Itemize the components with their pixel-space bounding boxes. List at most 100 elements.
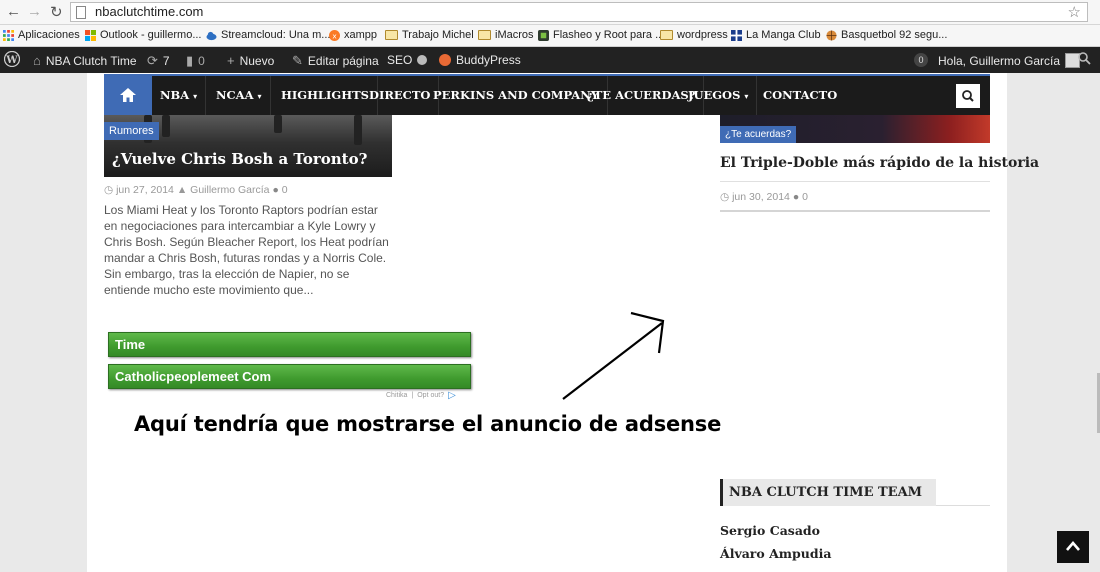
folder-icon: [660, 30, 673, 40]
wp-admin-bar: W ⌂ NBA Clutch Time ⟳ 7 ▮ 0 + Nuevo ✎ Ed…: [0, 47, 1100, 73]
team-member[interactable]: Sergio Casado: [720, 523, 820, 538]
seo-label: SEO: [387, 53, 413, 67]
team-widget-header: NBA CLUTCH TIME TEAM: [720, 479, 990, 506]
admin-comments[interactable]: ▮ 0: [186, 53, 205, 69]
bookmark-label: Trabajo Michel: [402, 29, 474, 41]
bookmark-la-manga-club[interactable]: La Manga Club: [731, 29, 821, 41]
bookmark-label: Streamcloud: Una m...: [221, 29, 331, 41]
nav-item-juegos[interactable]: JUEGOS ▾: [680, 76, 758, 115]
bookmark-apps[interactable]: Aplicaciones: [3, 29, 80, 41]
comments-count: 0: [198, 54, 205, 68]
url-text[interactable]: nbaclutchtime.com: [95, 4, 203, 19]
bookmark-label: iMacros: [495, 29, 534, 41]
featured-date: jun 30, 2014: [732, 191, 790, 203]
admin-seo[interactable]: SEO: [387, 53, 428, 67]
admin-account[interactable]: Hola, Guillermo García: [938, 53, 1081, 68]
wordpress-logo-icon[interactable]: W: [4, 51, 20, 67]
admin-notifications[interactable]: 0: [914, 53, 928, 67]
team-member[interactable]: Álvaro Ampudia: [720, 546, 831, 561]
adchoices-icon[interactable]: ▷: [448, 390, 456, 401]
bookmark-label: wordpress: [677, 29, 728, 41]
browser-toolbar: ← → ↻ nbaclutchtime.com ☆: [0, 0, 1100, 25]
category-tag[interactable]: ¿Te acuerdas?: [720, 126, 797, 143]
bookmark-label: Aplicaciones: [18, 29, 80, 41]
chevron-down-icon: ▾: [257, 91, 262, 101]
admin-new[interactable]: + Nuevo: [227, 53, 274, 68]
bookmark-trabajo-michel[interactable]: Trabajo Michel: [385, 29, 474, 41]
divider: [720, 181, 990, 182]
bookmark-star-icon[interactable]: ☆: [1068, 3, 1081, 21]
reload-icon[interactable]: ↻: [50, 3, 63, 21]
admin-buddypress[interactable]: BuddyPress: [439, 53, 521, 67]
article-excerpt: Los Miami Heat y los Toronto Raptors pod…: [104, 203, 389, 297]
edit-label: Editar página: [307, 54, 379, 68]
featured-comments[interactable]: 0: [802, 191, 808, 203]
bookmark-label: La Manga Club: [746, 29, 821, 41]
team-widget-title: NBA CLUTCH TIME TEAM: [720, 479, 937, 506]
site-name: NBA Clutch Time: [45, 53, 137, 68]
admin-edit-page[interactable]: ✎ Editar página: [292, 53, 379, 69]
bookmark-outlook[interactable]: Outlook - guillermo...: [85, 29, 201, 41]
search-icon: [962, 90, 974, 102]
buddypress-icon: [439, 54, 451, 66]
folder-icon: [478, 30, 491, 40]
home-icon: [120, 88, 136, 102]
plus-icon: +: [227, 53, 235, 68]
bookmark-label: xampp: [344, 29, 378, 41]
chevron-down-icon: ▾: [744, 91, 749, 101]
article-meta: ◷ jun 27, 2014 ▲ Guillermo García ● 0: [104, 184, 288, 196]
forward-arrow-icon[interactable]: →: [27, 3, 42, 20]
bookmark-streamcloud[interactable]: Streamcloud: Una m...: [206, 29, 330, 41]
nav-item-ncaa[interactable]: NCAA ▾: [208, 76, 271, 115]
ad-brand[interactable]: Chitika: [386, 392, 407, 399]
chevron-down-icon: ▾: [193, 91, 198, 101]
ad-footer: Chitika | Opt out? ▷: [386, 390, 456, 401]
xampp-icon: x: [329, 29, 340, 41]
ad-link-time[interactable]: Time: [108, 332, 471, 357]
back-arrow-icon[interactable]: ←: [6, 3, 21, 20]
ad-link-catholicpeoplemeet[interactable]: Catholicpeoplemeet Com: [108, 364, 471, 389]
comment-bubble-icon: ▮: [186, 53, 194, 68]
bookmark-imacros[interactable]: iMacros: [478, 29, 534, 41]
greeting: Hola, Guillermo García: [938, 53, 1061, 68]
nav-item-contacto[interactable]: CONTACTO: [755, 76, 845, 115]
home-icon: ⌂: [33, 53, 41, 68]
android-icon: [538, 29, 549, 41]
nav-search-button[interactable]: [956, 84, 980, 108]
pencil-icon: ✎: [292, 53, 303, 68]
bookmarks-bar: Aplicaciones Outlook - guillermo... Stre…: [0, 25, 1100, 47]
svg-text:x: x: [332, 31, 337, 40]
article-comments[interactable]: 0: [282, 184, 288, 196]
featured-title[interactable]: El Triple-Doble más rápido de la histori…: [720, 155, 1039, 171]
bookmark-label: Basquetbol 92 segu...: [841, 29, 948, 41]
clock-icon: ◷: [720, 191, 730, 203]
buddypress-label: BuddyPress: [456, 53, 521, 67]
admin-search-icon[interactable]: [1078, 52, 1091, 65]
bookmark-basquetbol[interactable]: Basquetbol 92 segu...: [826, 29, 947, 41]
bookmark-label: Flasheo y Root para ...: [553, 29, 665, 41]
bookmark-wordpress[interactable]: wordpress: [660, 29, 728, 41]
updates-count: 7: [162, 54, 170, 68]
back-to-top-button[interactable]: [1057, 531, 1089, 563]
annotation-arrow-icon: [562, 311, 665, 400]
notifications-badge: 0: [914, 53, 928, 67]
refresh-icon: ⟳: [147, 53, 158, 68]
admin-updates[interactable]: ⟳ 7: [147, 53, 170, 69]
article-title[interactable]: ¿Vuelve Chris Bosh a Toronto?: [112, 150, 367, 168]
bookmark-label: Outlook - guillermo...: [100, 29, 202, 41]
nav-item-nba[interactable]: NBA ▾: [152, 76, 207, 115]
ad-optout[interactable]: Opt out?: [417, 392, 444, 399]
basketball-icon: [826, 29, 837, 41]
category-tag[interactable]: Rumores: [104, 122, 159, 140]
bookmark-flasheo[interactable]: Flasheo y Root para ...: [538, 29, 664, 41]
nav-home-button[interactable]: [104, 76, 152, 115]
cloud-icon: [206, 31, 217, 40]
article-author[interactable]: Guillermo García: [190, 184, 269, 196]
folder-icon: [385, 30, 398, 40]
comment-icon: ●: [272, 184, 279, 196]
featured-meta: ◷ jun 30, 2014 ● 0: [720, 191, 808, 203]
article-date: jun 27, 2014: [116, 184, 174, 196]
bookmark-xampp[interactable]: x xampp: [329, 29, 377, 41]
admin-site-link[interactable]: ⌂ NBA Clutch Time: [33, 53, 137, 68]
address-bar[interactable]: nbaclutchtime.com ☆: [70, 2, 1088, 22]
